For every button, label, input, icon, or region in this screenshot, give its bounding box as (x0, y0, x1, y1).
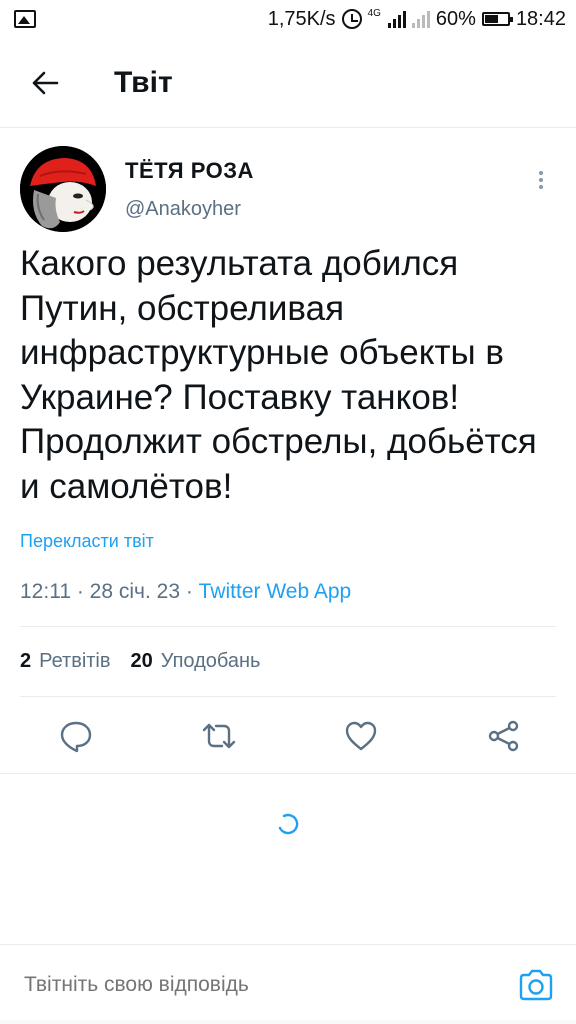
signal-secondary-icon (411, 10, 430, 28)
header: Твіт (0, 38, 576, 128)
status-bar: 1,75K/s 4G 60% 18:42 (0, 0, 576, 38)
reply-bar (0, 944, 576, 1024)
battery-icon (481, 12, 513, 26)
like-button[interactable] (341, 716, 381, 756)
author-row: ТЁТЯ РОЗА @Anakoyher (20, 128, 556, 240)
network-speed: 1,75K/s (267, 7, 336, 30)
loading-spinner-icon (278, 813, 299, 835)
camera-button[interactable] (516, 965, 556, 1005)
reply-bar-underline (0, 1020, 576, 1024)
likes-count: 20 (130, 650, 153, 672)
author-name[interactable]: ТЁТЯ РОЗА (125, 158, 526, 184)
like-icon (346, 721, 377, 751)
retweets-label: Ретвітів (39, 650, 111, 672)
network-type: 4G (367, 7, 381, 19)
alarm-icon (341, 9, 362, 29)
section-divider (0, 773, 576, 774)
arrow-left-icon (32, 71, 59, 94)
tweet-stats: 2 Ретвітів 20 Уподобань (20, 627, 556, 697)
retweets-stat[interactable]: 2 Ретвітів (20, 650, 111, 673)
meta-separator: · (71, 580, 90, 603)
battery-percent: 60% (435, 7, 476, 30)
tweet: ТЁТЯ РОЗА @Anakoyher Какого результата д… (0, 128, 576, 775)
page-title: Твіт (114, 65, 173, 99)
retweet-icon (202, 723, 235, 749)
translate-tweet-link[interactable]: Перекласти твіт (20, 531, 556, 552)
meta-separator: · (180, 580, 199, 603)
gallery-notification-icon (14, 10, 36, 28)
retweets-count: 2 (20, 650, 32, 672)
author-handle[interactable]: @Anakoyher (125, 198, 526, 221)
camera-icon (519, 969, 553, 1000)
likes-stat[interactable]: 20 Уподобань (131, 650, 261, 673)
tweet-date: 28 січ. 23 (89, 580, 180, 603)
tweet-time: 12:11 (20, 580, 71, 603)
reply-input[interactable] (24, 972, 516, 997)
retweet-button[interactable] (199, 716, 239, 756)
share-icon (488, 720, 519, 752)
signal-icon (387, 10, 406, 28)
avatar[interactable] (20, 146, 106, 232)
share-button[interactable] (484, 716, 524, 756)
tweet-actions (20, 697, 556, 775)
tweet-meta: 12:11 · 28 січ. 23 · Twitter Web App (20, 580, 556, 627)
tweet-source-link[interactable]: Twitter Web App (199, 580, 352, 603)
tweet-text: Какого результата добился Путин, обстрел… (20, 244, 537, 506)
back-button[interactable] (15, 53, 75, 113)
more-dots-icon (539, 171, 543, 175)
author-meta: ТЁТЯ РОЗА @Anakoyher (125, 146, 526, 221)
clock: 18:42 (515, 7, 566, 30)
reply-icon (60, 721, 92, 753)
avatar-image (20, 146, 106, 232)
reply-button[interactable] (56, 716, 96, 756)
likes-label: Уподобань (160, 650, 261, 672)
more-options-button[interactable] (526, 160, 556, 200)
